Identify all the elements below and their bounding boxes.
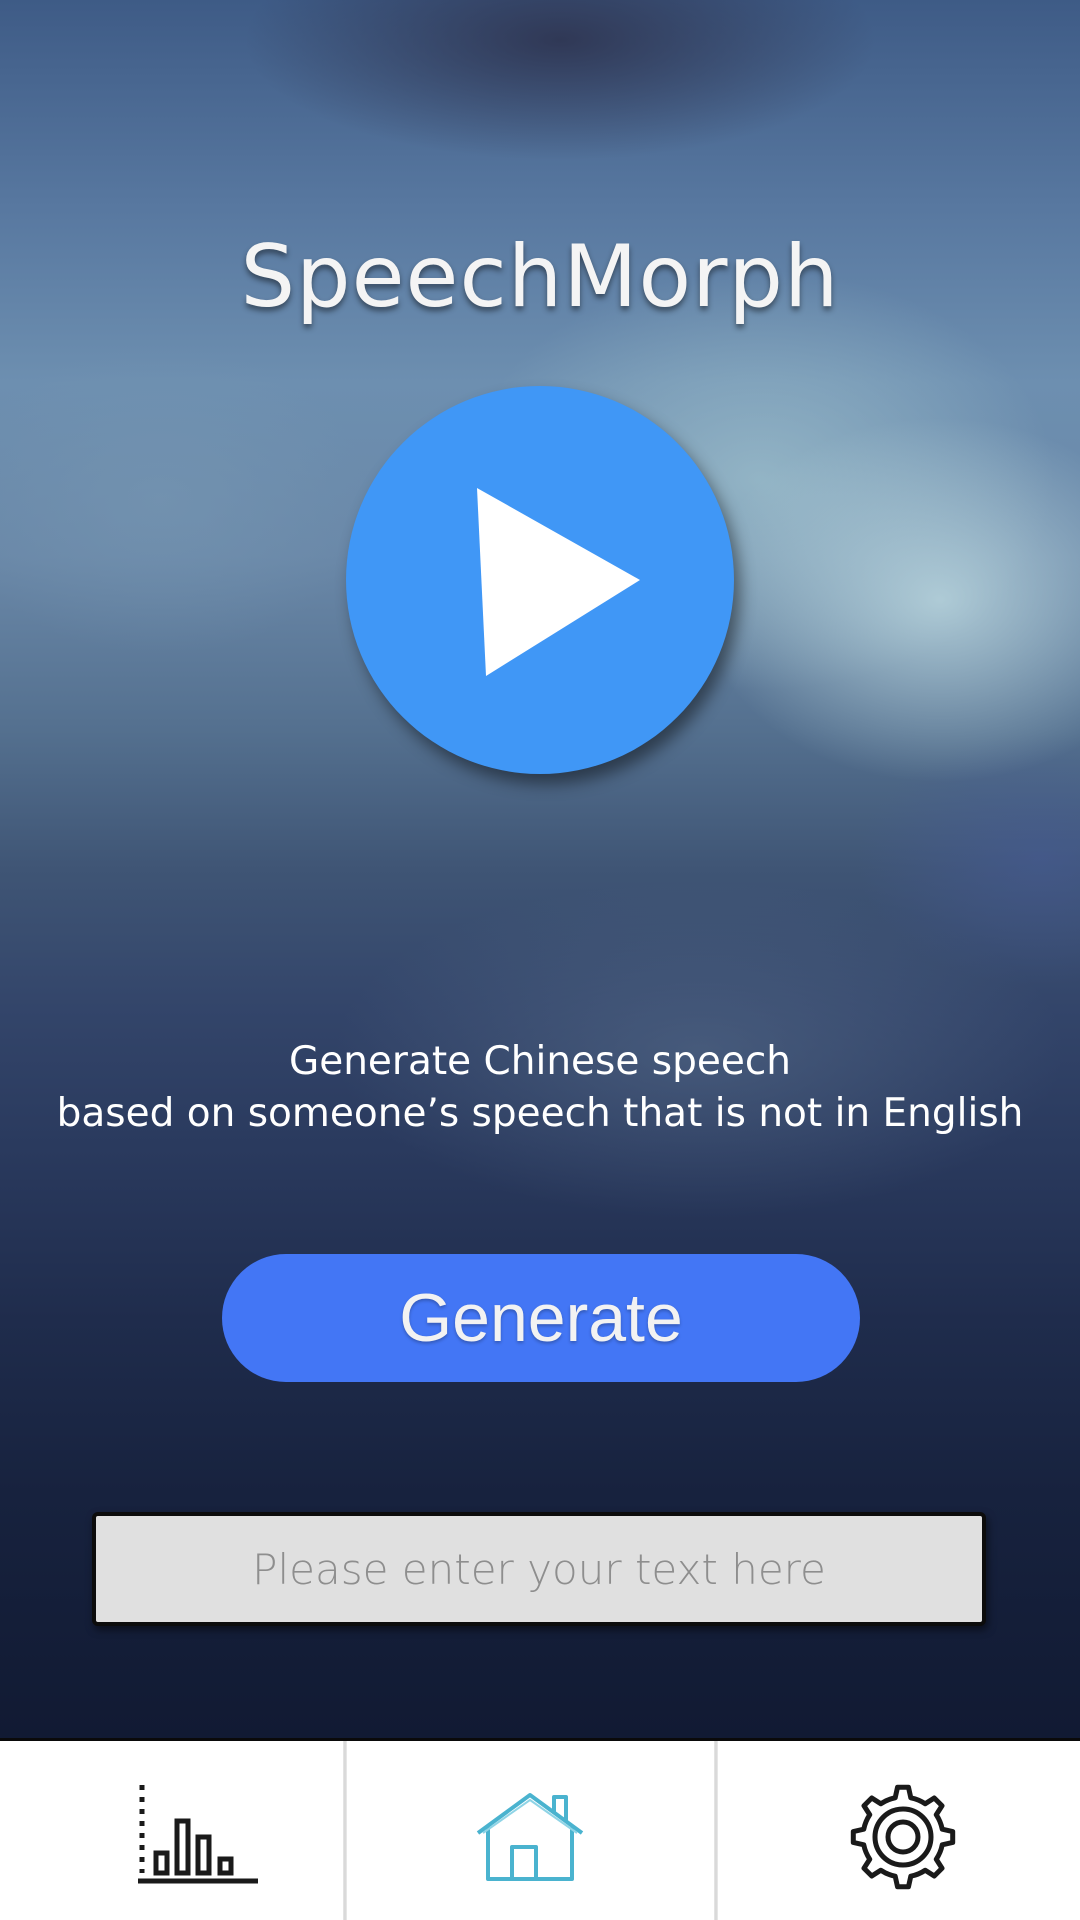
app-title: SpeechMorph: [240, 227, 840, 327]
play-icon: [477, 488, 640, 676]
bottom-nav: [0, 1738, 1080, 1920]
description: Generate Chinese speech based on someone…: [0, 1036, 1080, 1140]
gear-icon: [850, 1784, 956, 1890]
bar-chart-icon: [138, 1785, 258, 1884]
app-screen: SpeechMorph Generate Chinese speech base…: [0, 0, 1080, 1920]
home-icon: [476, 1793, 584, 1881]
nav-item-stats[interactable]: [0, 1741, 343, 1920]
description-line-2: based on someone’s speech that is not in…: [56, 1091, 1024, 1136]
play-button[interactable]: [346, 386, 734, 774]
text-input-container: [92, 1512, 986, 1626]
generate-button[interactable]: Generate: [222, 1254, 860, 1382]
description-line-1: Generate Chinese speech: [289, 1039, 791, 1084]
text-input[interactable]: [96, 1516, 982, 1622]
nav-item-settings[interactable]: [718, 1741, 1080, 1920]
nav-item-home[interactable]: [347, 1741, 714, 1920]
